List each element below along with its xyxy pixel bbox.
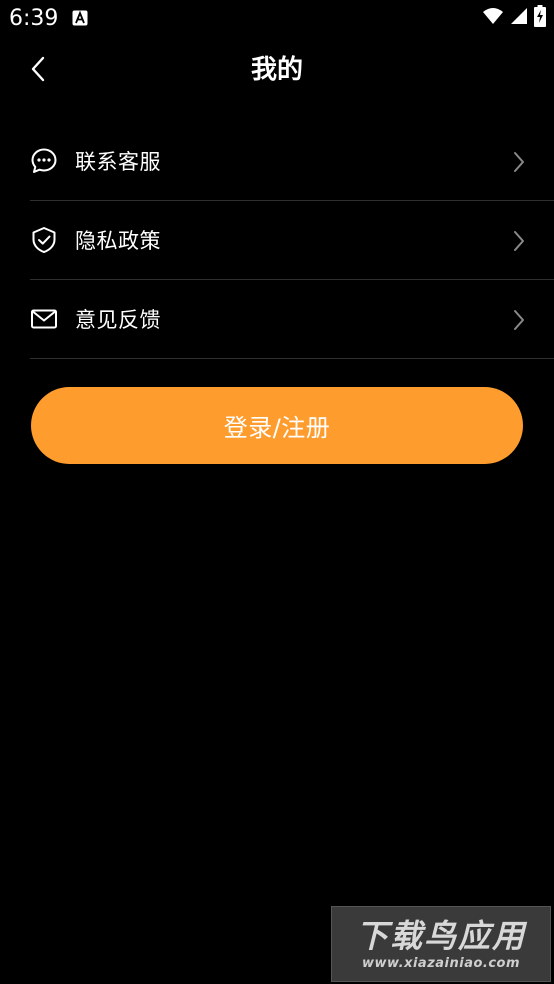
menu-item-label: 隐私政策 bbox=[75, 229, 161, 253]
battery-charging-icon bbox=[534, 5, 546, 31]
watermark-sub-text: www.xiazainiao.com bbox=[361, 956, 521, 971]
menu-item-privacy-policy[interactable]: 隐私政策 bbox=[30, 201, 554, 280]
page-title: 我的 bbox=[250, 55, 303, 85]
status-icons bbox=[482, 5, 546, 31]
menu-item-label: 联系客服 bbox=[75, 150, 161, 174]
menu-item-feedback[interactable]: 意见反馈 bbox=[30, 280, 554, 359]
menu-item-contact-support[interactable]: 联系客服 bbox=[30, 122, 554, 201]
watermark-logo: 下载鸟应用 www.xiazainiao.com bbox=[331, 906, 551, 982]
mail-icon bbox=[30, 305, 58, 333]
menu-list: 联系客服 隐私政策 意见反馈 bbox=[30, 122, 554, 359]
my-page-screen: 6:39 我的 联系客服 隐私政策 意见反馈 登录/注册 下载鸟应用 www.x… bbox=[0, 0, 554, 984]
header: 我的 bbox=[0, 40, 554, 102]
chevron-right-icon bbox=[512, 309, 526, 331]
status-time: 6:39 bbox=[9, 6, 59, 31]
wifi-icon bbox=[482, 7, 504, 29]
menu-item-label: 意见反馈 bbox=[75, 308, 161, 332]
status-bar: 6:39 bbox=[0, 0, 554, 38]
chevron-right-icon bbox=[512, 230, 526, 252]
login-register-button[interactable]: 登录/注册 bbox=[31, 387, 523, 464]
signal-icon bbox=[510, 7, 528, 29]
chat-bubble-icon bbox=[30, 147, 58, 175]
watermark-main-text: 下载鸟应用 bbox=[355, 917, 526, 955]
chevron-right-icon bbox=[512, 151, 526, 173]
shield-check-icon bbox=[30, 226, 58, 254]
a-letter-icon bbox=[72, 10, 88, 26]
